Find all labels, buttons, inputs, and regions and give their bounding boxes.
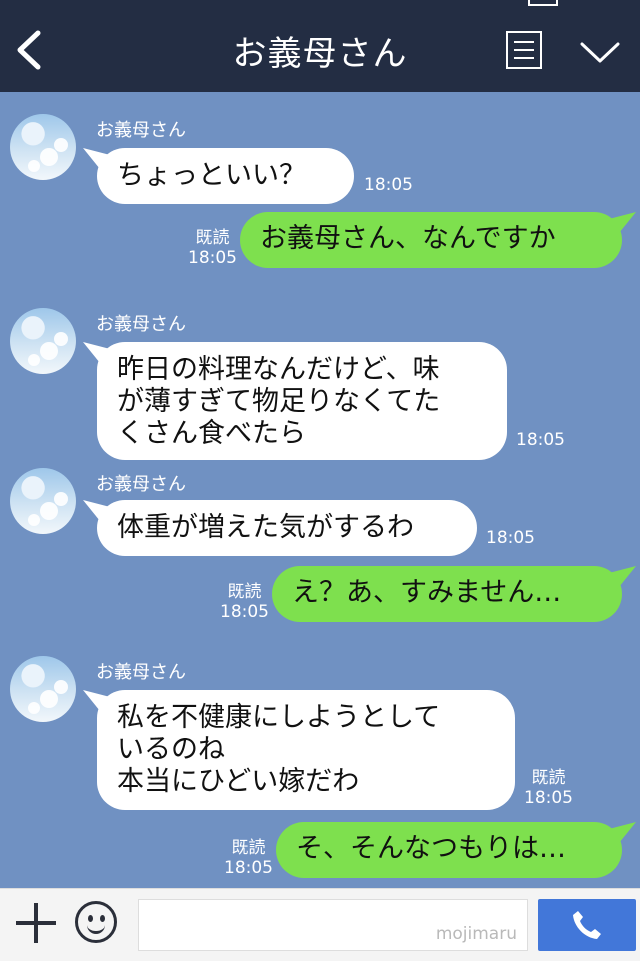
message-text: 昨日の料理なんだけど、味 [117,354,440,385]
message-time: 18:05 [486,528,535,548]
chat-header: お義母さん [0,0,640,92]
incoming-message-bubble[interactable]: 昨日の料理なんだけど、味 が薄すぎて物足りなくてた くさん食べたら [97,342,507,460]
message-text: いるのね [117,734,225,765]
read-receipt: 既読 18:05 [524,768,573,808]
message-text: くさん食べたら [117,418,306,449]
avatar[interactable] [10,656,76,722]
incoming-message-bubble[interactable]: ちょっといい？ [97,148,354,204]
phone-icon [573,911,601,939]
message-text: 私を不健康にしようとして [117,702,441,733]
call-button[interactable] [538,899,636,951]
outgoing-message-bubble[interactable]: お義母さん、なんですか [240,212,622,268]
read-receipt: 既読 18:05 [188,228,237,268]
chat-title: お義母さん [232,34,408,74]
message-text: え？あ、すみません… [292,577,562,608]
message-text: 本当にひどい嫁だわ [117,766,360,797]
message-text: お義母さん、なんですか [260,223,556,254]
outgoing-message-bubble[interactable]: え？あ、すみません… [272,566,622,622]
sender-name: お義母さん [96,474,186,495]
plus-icon[interactable] [16,903,56,943]
chevron-down-icon[interactable] [580,42,620,64]
sender-name: お義母さん [96,314,186,335]
incoming-message-bubble[interactable]: 私を不健康にしようとして いるのね 本当にひどい嫁だわ [97,690,515,810]
outgoing-message-bubble[interactable]: そ、そんなつもりは… [276,822,622,878]
menu-list-icon[interactable] [506,31,542,69]
message-text: が薄すぎて物足りなくてた [117,386,441,417]
message-time: 18:05 [516,430,565,450]
notch-decoration [528,0,558,6]
smiley-icon[interactable] [75,901,117,943]
avatar[interactable] [10,468,76,534]
message-text: 体重が増えた気がするわ [117,512,414,543]
input-bar: mojimaru [0,888,640,961]
read-receipt: 既読 18:05 [220,582,269,622]
avatar[interactable] [10,308,76,374]
message-text: ちょっといい？ [117,160,306,191]
message-text: そ、そんなつもりは… [296,833,566,864]
sender-name: お義母さん [96,120,186,141]
read-receipt: 既読 18:05 [224,838,273,878]
message-time: 18:05 [364,175,413,195]
sender-name: お義母さん [96,662,186,683]
watermark: mojimaru [435,924,517,944]
incoming-message-bubble[interactable]: 体重が増えた気がするわ [97,500,477,556]
message-input[interactable]: mojimaru [138,899,528,951]
avatar[interactable] [10,114,76,180]
